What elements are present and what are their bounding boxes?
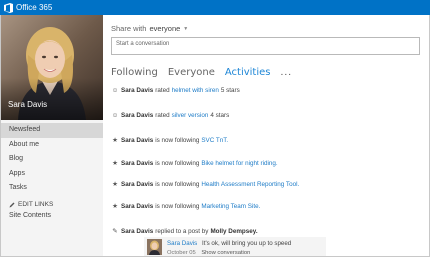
office-365-brand[interactable]: Office 365 bbox=[4, 2, 52, 13]
app-title: Office 365 bbox=[16, 3, 53, 12]
page-frame bbox=[0, 15, 430, 257]
suite-bar: Office 365 bbox=[0, 0, 430, 15]
office-logo-icon bbox=[4, 2, 13, 13]
